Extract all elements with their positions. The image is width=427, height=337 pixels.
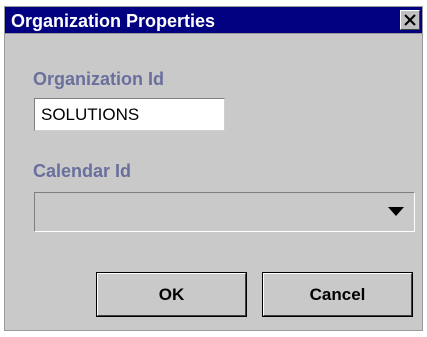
calendar-id-label: Calendar Id: [33, 161, 132, 181]
organization-properties-dialog: Organization Properties Organization Id …: [0, 0, 427, 337]
window-title: Organization Properties: [11, 11, 216, 31]
close-icon: [404, 14, 416, 26]
calendar-id-select[interactable]: [34, 192, 415, 232]
ok-button[interactable]: OK: [96, 272, 247, 317]
organization-id-label: Organization Id: [33, 69, 165, 89]
dialog-content: Organization Id SOLUTIONS Calendar Id OK…: [4, 34, 423, 331]
title-bar: Organization Properties: [4, 6, 423, 34]
close-button[interactable]: [400, 10, 420, 30]
cancel-button[interactable]: Cancel: [262, 272, 413, 317]
chevron-down-icon[interactable]: [388, 207, 404, 217]
organization-id-input[interactable]: SOLUTIONS: [34, 98, 225, 131]
